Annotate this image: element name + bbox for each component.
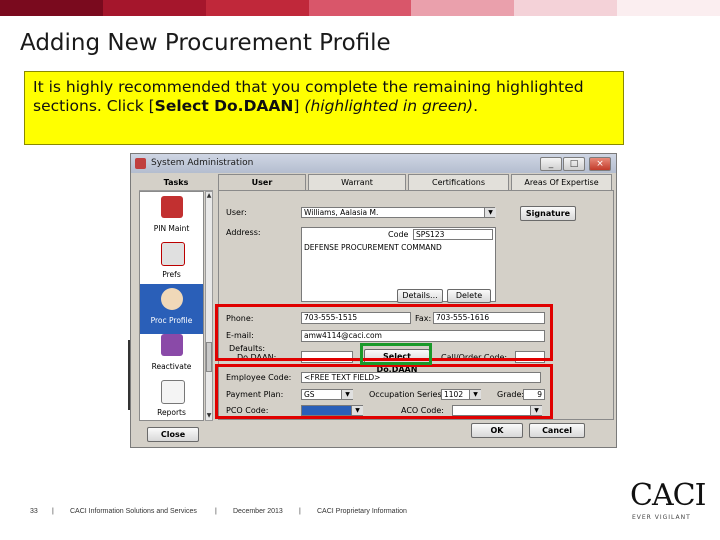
delete-button[interactable]: Delete xyxy=(447,289,491,303)
task-label: Prefs xyxy=(162,270,181,279)
logo-tagline: EVER VIGILANT xyxy=(632,514,691,521)
signature-button[interactable]: Signature xyxy=(520,206,576,221)
task-label: PIN Maint xyxy=(153,224,190,233)
scroll-up-icon[interactable]: ▲ xyxy=(206,192,212,200)
top-bar-segment xyxy=(102,0,206,16)
task-proc-profile[interactable]: Proc Profile xyxy=(140,284,203,334)
task-label: Reactivate xyxy=(151,362,192,371)
user-value: Williams, Aalasia M. xyxy=(304,208,379,217)
reactivate-icon xyxy=(161,334,183,356)
proc-profile-icon xyxy=(161,288,183,310)
footer-company: CACI Information Solutions and Services xyxy=(70,508,197,515)
window-title-bar[interactable]: System Administration _ □ × xyxy=(131,154,616,173)
details-button[interactable]: Details... xyxy=(397,289,443,303)
top-color-bar xyxy=(0,0,720,16)
tasks-list: PIN Maint Prefs Proc Profile Reactivate … xyxy=(139,191,204,421)
close-button[interactable]: Close xyxy=(147,427,199,442)
footer-separator: | xyxy=(215,508,217,515)
task-reports[interactable]: Reports xyxy=(140,376,203,426)
callout-italic-text: (highlighted in green) xyxy=(304,97,474,115)
address-label: Address: xyxy=(226,228,261,237)
highlight-employee-section xyxy=(215,364,553,419)
top-bar-segment xyxy=(205,0,309,16)
callout-text: . xyxy=(473,97,479,115)
cancel-button[interactable]: Cancel xyxy=(529,423,585,438)
top-bar-segment xyxy=(617,0,720,16)
top-bar-segment xyxy=(411,0,515,16)
app-icon xyxy=(135,158,146,169)
highlight-select-dodaan xyxy=(360,343,432,365)
top-bar-segment xyxy=(308,0,412,16)
caci-logo: CACI EVER VIGILANT xyxy=(630,478,706,526)
task-pin-maint[interactable]: PIN Maint xyxy=(140,192,203,242)
tab-warrant[interactable]: Warrant xyxy=(308,174,406,190)
code-label: Code xyxy=(388,230,409,239)
footer-page-number: 33 xyxy=(30,508,38,515)
window-title: System Administration xyxy=(151,158,254,168)
minimize-button[interactable]: _ xyxy=(540,157,562,171)
scroll-thumb[interactable] xyxy=(206,342,212,372)
footer-separator: | xyxy=(299,508,301,515)
task-reactivate[interactable]: Reactivate xyxy=(140,330,203,380)
reports-icon xyxy=(161,380,185,404)
scroll-down-icon[interactable]: ▼ xyxy=(206,412,212,420)
slide-title: Adding New Procurement Profile xyxy=(20,30,391,56)
logo-wordmark: CACI xyxy=(630,478,706,513)
task-label: Proc Profile xyxy=(150,316,193,325)
footer-date: December 2013 xyxy=(233,508,283,515)
task-label: Reports xyxy=(157,408,186,417)
footer-proprietary: CACI Proprietary Information xyxy=(317,508,407,515)
ok-button[interactable]: OK xyxy=(471,423,523,438)
tab-user[interactable]: User xyxy=(218,174,306,190)
code-field[interactable]: SPS123 xyxy=(413,229,493,240)
close-window-button[interactable]: × xyxy=(589,157,611,171)
task-prefs[interactable]: Prefs xyxy=(140,238,203,288)
address-value: DEFENSE PROCUREMENT COMMAND xyxy=(304,243,442,252)
footer-separator: | xyxy=(52,508,54,515)
callout-bold-text: Select Do.DAAN xyxy=(154,97,294,115)
top-bar-segment xyxy=(514,0,618,16)
chevron-down-icon[interactable]: ▼ xyxy=(484,208,496,217)
tab-areas-of-expertise[interactable]: Areas Of Expertise xyxy=(511,174,612,190)
prefs-icon xyxy=(161,242,185,266)
tab-certifications[interactable]: Certifications xyxy=(408,174,509,190)
callout-text: ] xyxy=(293,97,305,115)
pin-maint-icon xyxy=(161,196,183,218)
tasks-header: Tasks xyxy=(139,176,213,191)
tab-bar: User Warrant Certifications Areas Of Exp… xyxy=(218,174,614,190)
maximize-button[interactable]: □ xyxy=(563,157,585,171)
instruction-callout: It is highly recommended that you comple… xyxy=(24,71,624,145)
user-label: User: xyxy=(226,208,247,217)
tasks-scrollbar[interactable]: ▲ ▼ xyxy=(205,191,213,421)
user-select[interactable]: Williams, Aalasia M. xyxy=(301,207,495,218)
top-bar-segment xyxy=(0,0,103,16)
